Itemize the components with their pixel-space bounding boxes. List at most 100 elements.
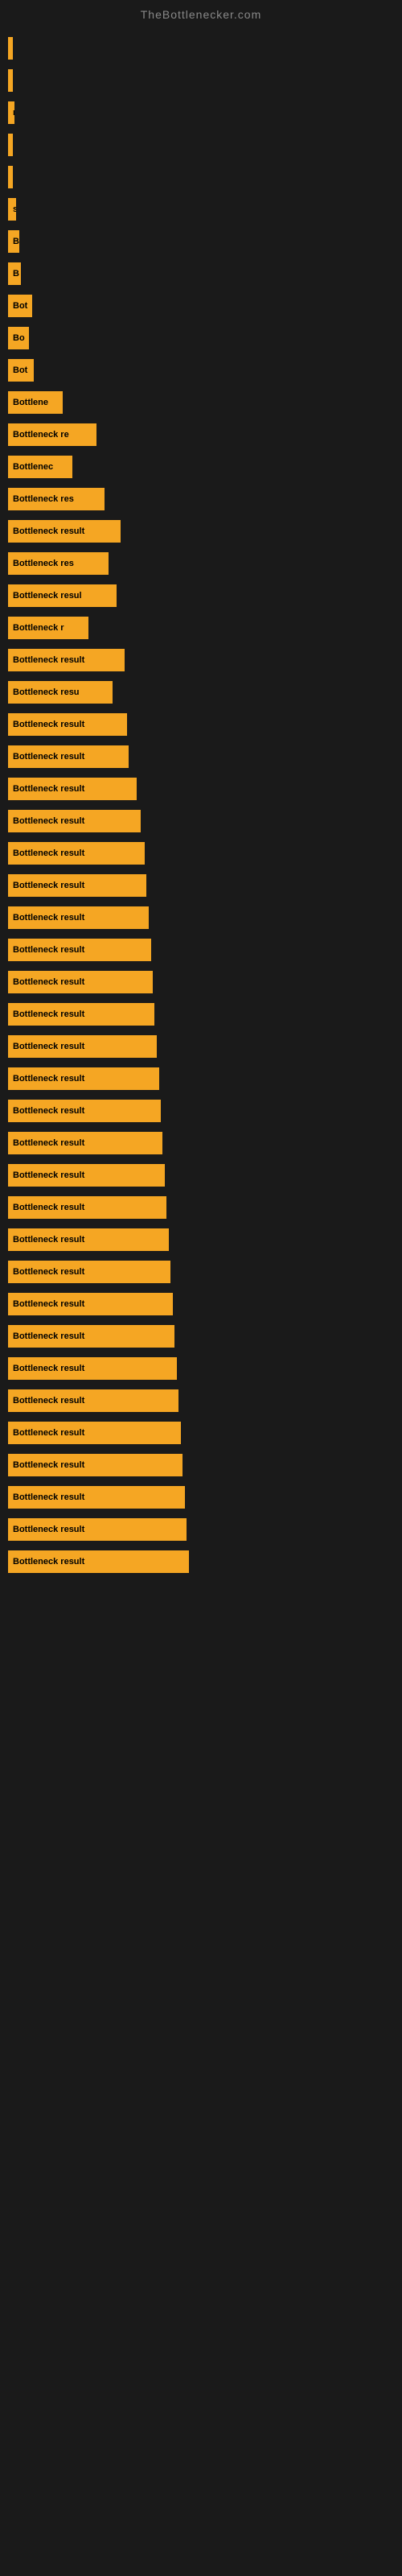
bar-label: Bottleneck resul xyxy=(13,591,82,601)
bar-label: Bottleneck res xyxy=(13,494,74,504)
bar-item: Bottleneck res xyxy=(8,488,105,510)
site-title: TheBottlenecker.com xyxy=(0,0,402,25)
bar-item: Bottleneck result xyxy=(8,1486,185,1509)
bar-row: Bottleneck result xyxy=(8,741,402,772)
bar-row: Bottleneck result xyxy=(8,838,402,869)
bar-label: Bottleneck result xyxy=(13,526,84,536)
bar-label: Bottleneck result xyxy=(13,1170,84,1180)
bar-row: Bottleneck result xyxy=(8,709,402,740)
bar-item: Bottleneck result xyxy=(8,874,146,897)
bar-label: Bottleneck re xyxy=(13,430,69,440)
bar-row: Bottleneck result xyxy=(8,1385,402,1416)
bar-row: Bottlene xyxy=(8,387,402,418)
bar-item: | xyxy=(8,166,13,188)
bar-item: Bottleneck result xyxy=(8,1389,178,1412)
bar-item: | xyxy=(8,134,13,156)
bar-row: Bottleneck result xyxy=(8,516,402,547)
bar-label: Bottleneck r xyxy=(13,623,64,633)
bar-row: | xyxy=(8,130,402,160)
bar-label: Bottleneck result xyxy=(13,881,84,890)
bar-item: Bottleneck result xyxy=(8,745,129,768)
bar-item: Bottleneck result xyxy=(8,842,145,865)
bar-item: | xyxy=(8,69,13,92)
bar-label: Bottleneck result xyxy=(13,1203,84,1212)
bar-row: Bottleneck resu xyxy=(8,677,402,708)
bar-row: Bottleneck result xyxy=(8,806,402,836)
bar-row: Bottlenec xyxy=(8,452,402,482)
bar-label: Bottlenec xyxy=(13,462,53,472)
bar-label: Bottleneck result xyxy=(13,1074,84,1084)
bar-row: Bottleneck result xyxy=(8,1418,402,1448)
bar-row: Bottleneck res xyxy=(8,548,402,579)
bar-label: Bottleneck result xyxy=(13,945,84,955)
bar-row: Bottleneck result xyxy=(8,902,402,933)
bar-row: Bottleneck result xyxy=(8,1289,402,1319)
bar-label: Bottleneck result xyxy=(13,816,84,826)
bar-item: Bottleneck result xyxy=(8,1261,170,1283)
bar-item: Bottleneck result xyxy=(8,1035,157,1058)
bar-label: Bottleneck result xyxy=(13,913,84,923)
bar-item: B xyxy=(8,230,19,253)
bar-row: Bottleneck result xyxy=(8,1063,402,1094)
bar-item: Bottleneck result xyxy=(8,778,137,800)
bars-container: ||r||sBBBotBoBotBottleneBottleneck reBot… xyxy=(0,25,402,1587)
bar-item: | xyxy=(8,37,13,60)
bar-row: Bottleneck result xyxy=(8,1321,402,1352)
bar-row: Bottleneck result xyxy=(8,774,402,804)
bar-item: Bo xyxy=(8,327,29,349)
bar-label: Bottleneck result xyxy=(13,1138,84,1148)
bar-item: Bottleneck r xyxy=(8,617,88,639)
bar-item: s xyxy=(8,198,16,221)
bar-item: Bottleneck result xyxy=(8,1196,166,1219)
bar-item: Bottleneck result xyxy=(8,1164,165,1187)
bar-label: Bo xyxy=(13,333,25,343)
bar-label: Bottleneck result xyxy=(13,655,84,665)
bar-row: Bottleneck result xyxy=(8,1031,402,1062)
bar-row: Bottleneck result xyxy=(8,1224,402,1255)
bar-item: Bottleneck result xyxy=(8,1132,162,1154)
bar-row: Bottleneck resul xyxy=(8,580,402,611)
bar-label: Bottleneck resu xyxy=(13,687,80,697)
bar-item: Bottleneck result xyxy=(8,1550,189,1573)
bar-item: Bottleneck result xyxy=(8,1228,169,1251)
bar-item: Bottleneck result xyxy=(8,1357,177,1380)
bar-item: Bottleneck result xyxy=(8,971,153,993)
bar-item: Bot xyxy=(8,295,32,317)
bar-item: Bottleneck result xyxy=(8,649,125,671)
bar-item: Bottleneck result xyxy=(8,713,127,736)
bar-label: Bottleneck result xyxy=(13,1428,84,1438)
bar-row: Bo xyxy=(8,323,402,353)
bar-label: Bot xyxy=(13,301,27,311)
bar-item: Bottleneck result xyxy=(8,1422,181,1444)
bar-item: Bottleneck result xyxy=(8,520,121,543)
bar-item: Bottleneck result xyxy=(8,1454,183,1476)
bar-row: Bottleneck result xyxy=(8,1482,402,1513)
bar-item: Bottleneck result xyxy=(8,810,141,832)
bar-row: Bottleneck result xyxy=(8,1128,402,1158)
bar-item: Bottleneck result xyxy=(8,1325,174,1348)
bar-row: Bot xyxy=(8,355,402,386)
bar-label: Bottleneck result xyxy=(13,1525,84,1534)
bar-row: Bottleneck result xyxy=(8,1160,402,1191)
bar-row: Bottleneck result xyxy=(8,1514,402,1545)
bar-row: Bottleneck result xyxy=(8,1257,402,1287)
bar-item: Bottleneck result xyxy=(8,1067,159,1090)
bar-row: Bottleneck result xyxy=(8,1546,402,1577)
bar-label: Bottlene xyxy=(13,398,48,407)
bar-row: r xyxy=(8,97,402,128)
bar-item: B xyxy=(8,262,21,285)
bar-label: Bottleneck result xyxy=(13,1364,84,1373)
bar-label: Bottleneck result xyxy=(13,720,84,729)
bar-label: Bottleneck result xyxy=(13,1460,84,1470)
bar-row: Bottleneck result xyxy=(8,967,402,997)
bar-label: Bottleneck result xyxy=(13,784,84,794)
bar-row: Bottleneck result xyxy=(8,1096,402,1126)
bar-label: Bottleneck result xyxy=(13,1492,84,1502)
bar-row: | xyxy=(8,65,402,96)
bar-label: Bottleneck result xyxy=(13,977,84,987)
bar-label: Bottleneck result xyxy=(13,1557,84,1567)
bar-item: Bottleneck resu xyxy=(8,681,113,704)
bar-item: Bottleneck result xyxy=(8,906,149,929)
bar-item: Bottleneck result xyxy=(8,1293,173,1315)
bar-item: r xyxy=(8,101,14,124)
